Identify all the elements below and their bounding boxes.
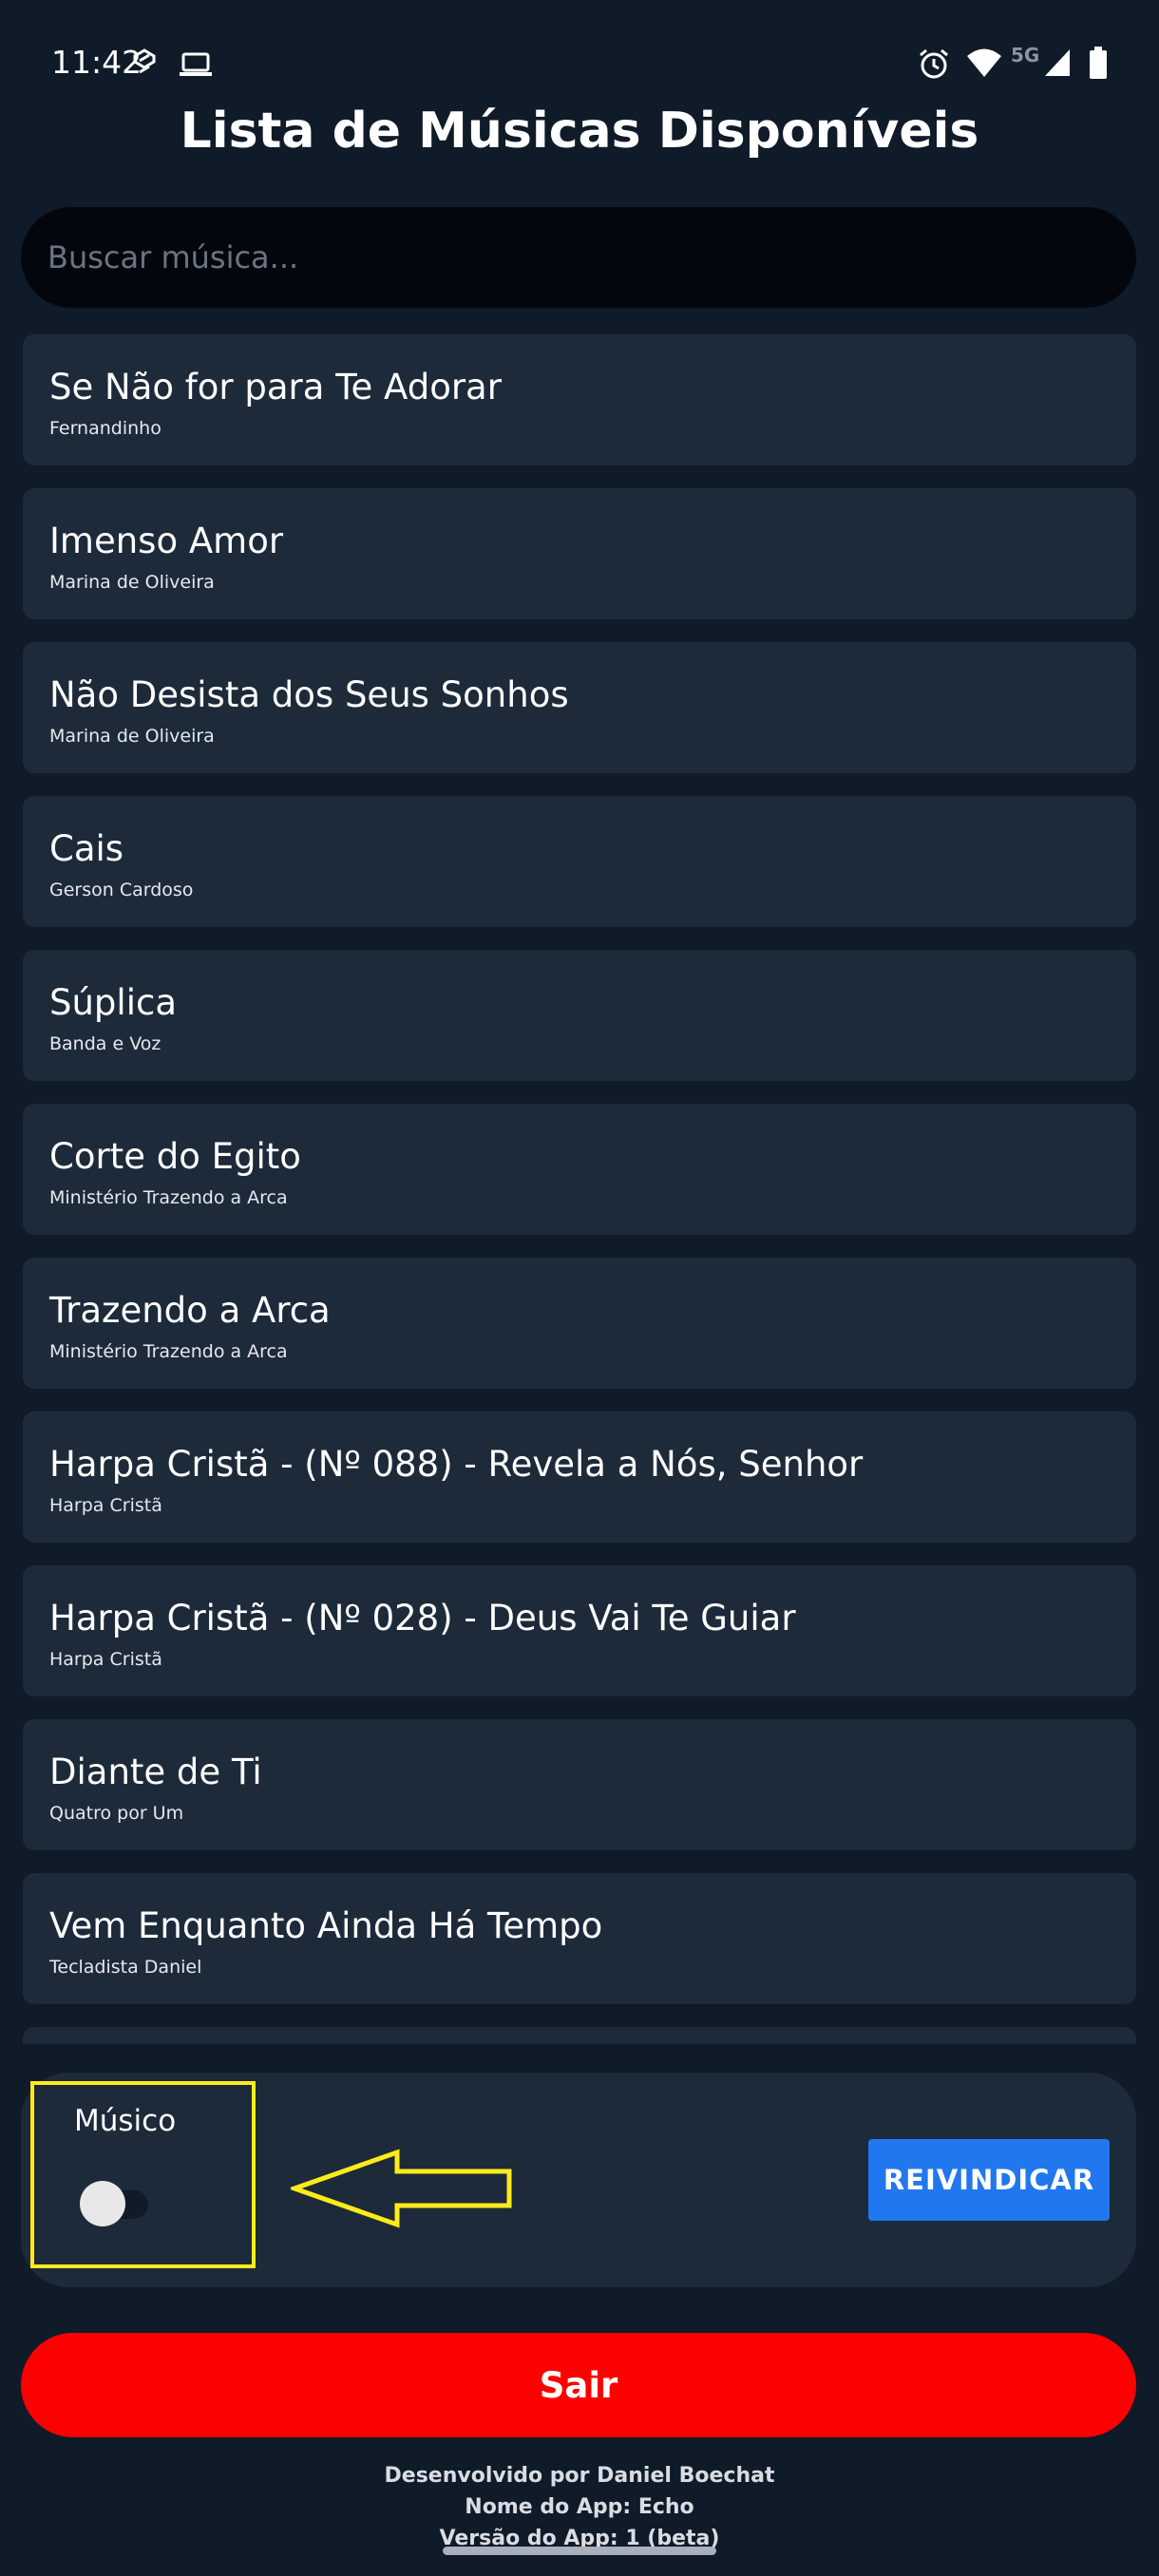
song-artist: Marina de Oliveira <box>49 726 215 747</box>
screen: 11:42 5G Lista de Músicas Disponíveis Bu… <box>0 0 1159 2576</box>
page-title: Lista de Músicas Disponíveis <box>180 103 979 160</box>
song-list-item[interactable]: Harpa Cristã - (Nº 088) - Revela a Nós, … <box>23 1411 1136 1543</box>
song-title: Imenso Amor <box>49 521 284 561</box>
song-artist: Ministério Trazendo a Arca <box>49 1187 288 1208</box>
home-indicator[interactable] <box>443 2547 716 2555</box>
toggle-thumb <box>80 2181 125 2226</box>
sync-icon <box>133 48 156 74</box>
song-title: Súplica <box>49 982 177 1023</box>
song-artist: Harpa Cristã <box>49 1495 162 1516</box>
signal-icon <box>1045 49 1070 76</box>
song-list-item[interactable]: Corte do Egito Ministério Trazendo a Arc… <box>23 1104 1136 1235</box>
song-list-item[interactable]: Cais Gerson Cardoso <box>23 796 1136 927</box>
song-list-item-partial[interactable] <box>23 2027 1136 2044</box>
song-title: Trazendo a Arca <box>49 1290 331 1331</box>
musico-label: Músico <box>74 2104 177 2138</box>
song-list-item[interactable]: Se Não for para Te Adorar Fernandinho <box>23 334 1136 465</box>
song-artist: Harpa Cristã <box>49 1649 162 1670</box>
status-time: 11:42 <box>51 44 142 81</box>
musico-toggle[interactable] <box>80 2181 154 2226</box>
song-title: Não Desista dos Seus Sonhos <box>49 674 569 715</box>
song-artist: Gerson Cardoso <box>49 880 194 900</box>
wifi-icon <box>967 48 1001 77</box>
app-name: Nome do App: Echo <box>465 2495 694 2519</box>
song-list-item[interactable]: Imenso Amor Marina de Oliveira <box>23 488 1136 619</box>
song-artist: Tecladista Daniel <box>49 1957 202 1978</box>
search-input[interactable] <box>21 207 1136 308</box>
song-title: Se Não for para Te Adorar <box>49 367 502 407</box>
song-list-item[interactable]: Não Desista dos Seus Sonhos Marina de Ol… <box>23 642 1136 773</box>
laptop-icon <box>180 52 212 76</box>
song-artist: Marina de Oliveira <box>49 572 215 593</box>
song-title: Corte do Egito <box>49 1136 301 1177</box>
song-artist: Fernandinho <box>49 418 162 439</box>
song-artist: Ministério Trazendo a Arca <box>49 1341 288 1362</box>
song-title: Harpa Cristã - (Nº 088) - Revela a Nós, … <box>49 1444 864 1485</box>
song-title: Vem Enquanto Ainda Há Tempo <box>49 1905 603 1946</box>
network-type-label: 5G <box>1011 44 1040 66</box>
alarm-icon <box>920 48 948 79</box>
annotation-arrow-icon <box>291 2149 512 2228</box>
song-list-item[interactable]: Diante de Ti Quatro por Um <box>23 1719 1136 1850</box>
song-artist: Banda e Voz <box>49 1033 162 1054</box>
song-title: Cais <box>49 828 124 869</box>
song-list-item[interactable]: Vem Enquanto Ainda Há Tempo Tecladista D… <box>23 1873 1136 2004</box>
song-list[interactable]: Se Não for para Te Adorar Fernandinho Im… <box>23 334 1136 2044</box>
footer: Desenvolvido por Daniel Boechat Nome do … <box>0 2460 1159 2554</box>
song-artist: Quatro por Um <box>49 1803 184 1824</box>
developer-credit: Desenvolvido por Daniel Boechat <box>384 2464 775 2488</box>
exit-button[interactable]: Sair <box>21 2333 1136 2437</box>
song-list-item[interactable]: Harpa Cristã - (Nº 028) - Deus Vai Te Gu… <box>23 1565 1136 1696</box>
song-list-item[interactable]: Trazendo a Arca Ministério Trazendo a Ar… <box>23 1258 1136 1389</box>
song-list-item[interactable]: Súplica Banda e Voz <box>23 950 1136 1081</box>
claim-button[interactable]: REIVINDICAR <box>868 2139 1110 2221</box>
song-title: Harpa Cristã - (Nº 028) - Deus Vai Te Gu… <box>49 1598 796 1638</box>
song-title: Diante de Ti <box>49 1752 262 1792</box>
battery-icon <box>1090 47 1107 79</box>
